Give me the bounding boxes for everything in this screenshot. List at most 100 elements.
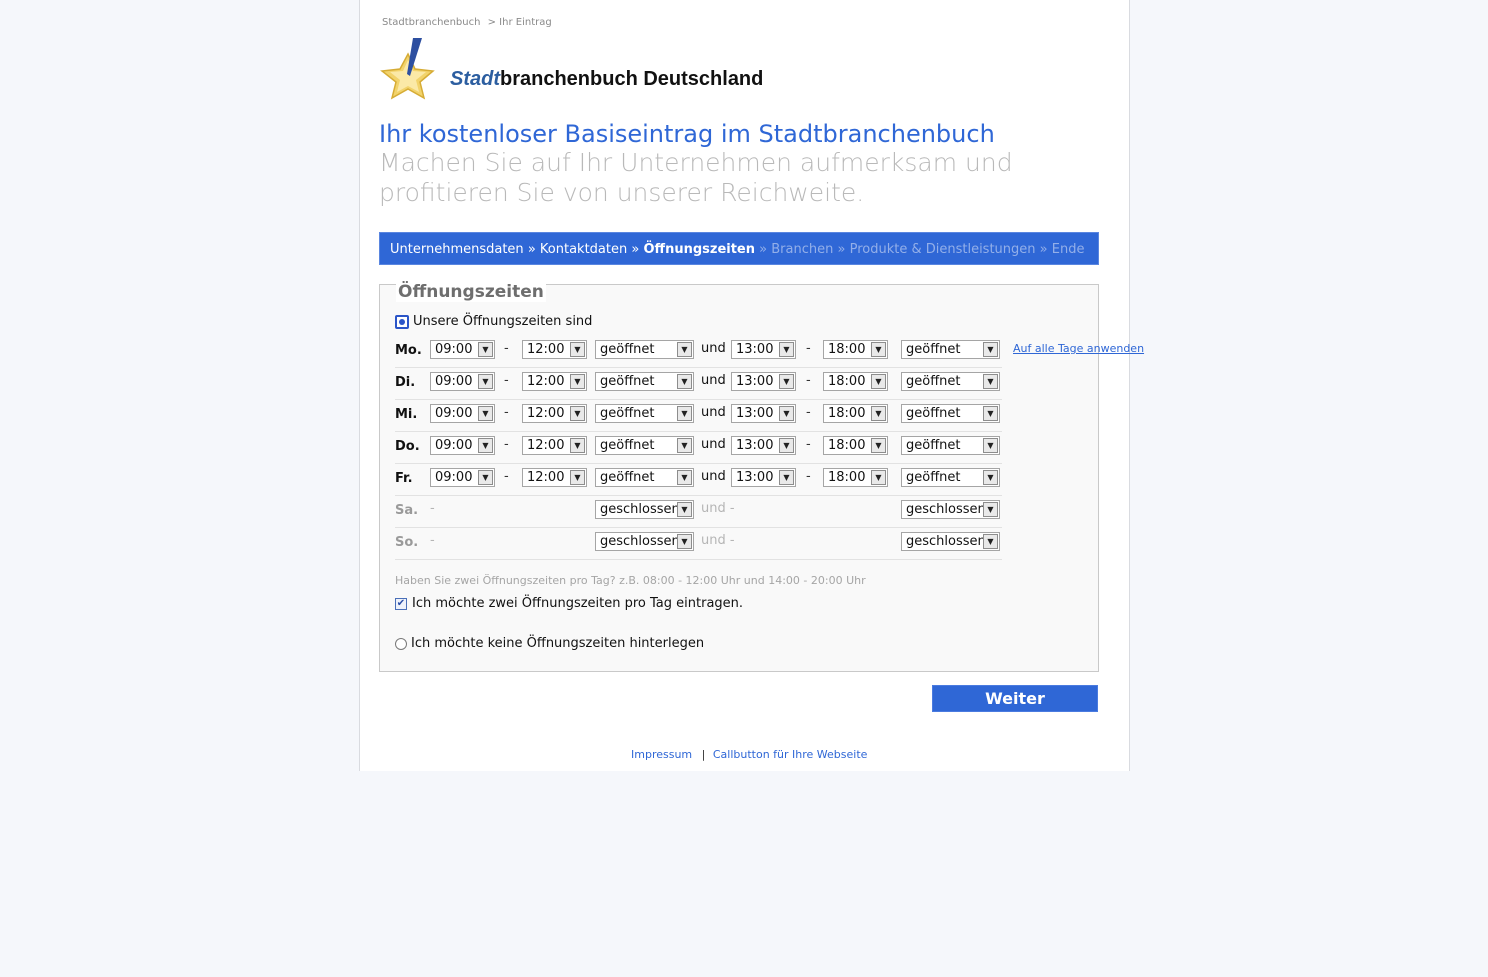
step-produkte: Produkte & Dienstleistungen <box>849 242 1036 257</box>
two-times-hint: Haben Sie zwei Öffnungszeiten pro Tag? z… <box>395 574 866 587</box>
chevron-down-icon: ▼ <box>779 406 794 421</box>
option-no-hours[interactable]: Ich möchte keine Öffnungszeiten hinterle… <box>395 636 704 651</box>
and-label: und <box>701 341 726 356</box>
star-logo-icon[interactable] <box>378 36 442 102</box>
wizard-steps: Unternehmensdaten » Kontaktdaten » Öffnu… <box>379 232 1099 265</box>
and-label: und <box>701 373 726 388</box>
two-times-label: Ich möchte zwei Öffnungszeiten pro Tag e… <box>412 596 744 611</box>
from2-select[interactable]: 13:00 ▼ <box>731 372 796 391</box>
to1-select[interactable]: 12:00 ▼ <box>522 372 587 391</box>
to2-select[interactable]: 18:00 ▼ <box>823 468 888 487</box>
status1-select[interactable]: geschlossen ▼ <box>595 532 694 551</box>
status2-select[interactable]: geöffnet ▼ <box>901 340 1000 359</box>
to1-select[interactable]: 12:00 ▼ <box>522 436 587 455</box>
step-kontaktdaten[interactable]: Kontaktdaten <box>540 242 627 257</box>
chevron-down-icon: ▼ <box>478 406 493 421</box>
chevron-down-icon: ▼ <box>779 438 794 453</box>
to1-select[interactable]: 12:00 ▼ <box>522 340 587 359</box>
from2-select[interactable]: 13:00 ▼ <box>731 436 796 455</box>
chevron-down-icon: ▼ <box>779 342 794 357</box>
from1-select[interactable]: 09:00 ▼ <box>430 404 495 423</box>
status2-select[interactable]: geschlossen ▼ <box>901 500 1000 519</box>
status2-select[interactable]: geöffnet ▼ <box>901 436 1000 455</box>
time-dash: - <box>430 533 435 548</box>
chevron-down-icon: ▼ <box>983 470 998 485</box>
status1-select[interactable]: geöffnet ▼ <box>595 404 694 423</box>
chevron-down-icon: ▼ <box>871 342 886 357</box>
to2-select[interactable]: 18:00 ▼ <box>823 404 888 423</box>
to2-select[interactable]: 18:00 ▼ <box>823 372 888 391</box>
day-row-3: Do. 09:00 ▼ -12:00 ▼ geöffnet ▼ und 13:00 ▼ -18:00… <box>395 431 1002 464</box>
chevron-down-icon: ▼ <box>871 374 886 389</box>
brand-name[interactable]: Stadtbranchenbuch Deutschland <box>450 68 763 91</box>
from1-select[interactable]: 09:00 ▼ <box>430 340 495 359</box>
chevron-down-icon: ▼ <box>983 534 998 549</box>
status2-select[interactable]: geöffnet ▼ <box>901 404 1000 423</box>
from2-select[interactable]: 13:00 ▼ <box>731 340 796 359</box>
from1-select[interactable]: 09:00 ▼ <box>430 436 495 455</box>
day-label: Sa. <box>395 503 419 518</box>
chevron-down-icon: ▼ <box>779 374 794 389</box>
chevron-down-icon: ▼ <box>570 406 585 421</box>
step-unternehmensdaten[interactable]: Unternehmensdaten <box>390 242 524 257</box>
and-label: und <box>701 437 726 452</box>
chevron-down-icon: ▼ <box>677 342 692 357</box>
status1-select[interactable]: geschlossen ▼ <box>595 500 694 519</box>
day-label: Mi. <box>395 407 418 422</box>
to1-select[interactable]: 12:00 ▼ <box>522 468 587 487</box>
day-row-0: Mo. 09:00 ▼ -12:00 ▼ geöffnet ▼ und 13:00 ▼ -18:00… <box>395 335 1002 368</box>
status2-select[interactable]: geschlossen ▼ <box>901 532 1000 551</box>
status1-select[interactable]: geöffnet ▼ <box>595 372 694 391</box>
status2-select[interactable]: geöffnet ▼ <box>901 372 1000 391</box>
day-row-2: Mi. 09:00 ▼ -12:00 ▼ geöffnet ▼ und 13:00 ▼ -18:00… <box>395 399 1002 432</box>
step-branchen: Branchen <box>771 242 834 257</box>
option-set-hours[interactable]: Unsere Öffnungszeiten sind <box>395 314 592 329</box>
footer: Impressum | Callbutton für Ihre Webseite <box>631 748 868 761</box>
to2-select[interactable]: 18:00 ▼ <box>823 340 888 359</box>
status1-select[interactable]: geöffnet ▼ <box>595 340 694 359</box>
page-subtitle: Machen Sie auf Ihr Unternehmen aufmerksa… <box>379 148 1013 207</box>
chevron-down-icon: ▼ <box>983 342 998 357</box>
chevron-down-icon: ▼ <box>677 374 692 389</box>
status1-select[interactable]: geöffnet ▼ <box>595 436 694 455</box>
from2-select[interactable]: 13:00 ▼ <box>731 404 796 423</box>
two-times-checkbox[interactable]: ✔ <box>395 597 407 610</box>
chevron-down-icon: ▼ <box>570 438 585 453</box>
time-dash: - <box>806 469 811 484</box>
callbutton-link[interactable]: Callbutton für Ihre Webseite <box>713 748 868 761</box>
chevron-down-icon: ▼ <box>677 470 692 485</box>
status1-select[interactable]: geöffnet ▼ <box>595 468 694 487</box>
day-label: Mo. <box>395 343 422 358</box>
time-dash: - <box>504 469 509 484</box>
day-label: So. <box>395 535 419 550</box>
time-dash: - <box>504 373 509 388</box>
radio-set-hours[interactable] <box>395 314 409 329</box>
apply-all-days-link[interactable]: Auf alle Tage anwenden <box>1013 342 1144 355</box>
page-title: Ihr kostenloser Basiseintrag im Stadtbra… <box>379 120 995 148</box>
breadcrumb: Stadtbranchenbuch > Ihr Eintrag <box>382 17 556 28</box>
option-two-times[interactable]: ✔ Ich möchte zwei Öffnungszeiten pro Tag… <box>395 596 743 611</box>
time-dash: - <box>504 341 509 356</box>
chevron-down-icon: ▼ <box>677 406 692 421</box>
time-dash: - <box>430 501 435 516</box>
and-label: und - <box>701 533 735 548</box>
to1-select[interactable]: 12:00 ▼ <box>522 404 587 423</box>
chevron-down-icon: ▼ <box>677 438 692 453</box>
from2-select[interactable]: 13:00 ▼ <box>731 468 796 487</box>
from1-select[interactable]: 09:00 ▼ <box>430 468 495 487</box>
breadcrumb-home[interactable]: Stadtbranchenbuch <box>382 17 480 28</box>
chevron-down-icon: ▼ <box>478 470 493 485</box>
chevron-down-icon: ▼ <box>983 502 998 517</box>
status2-select[interactable]: geöffnet ▼ <box>901 468 1000 487</box>
chevron-down-icon: ▼ <box>677 502 692 517</box>
time-dash: - <box>806 373 811 388</box>
day-row-4: Fr. 09:00 ▼ -12:00 ▼ geöffnet ▼ und 13:00 ▼ -18:00… <box>395 463 1002 496</box>
chevron-down-icon: ▼ <box>570 470 585 485</box>
radio-no-hours[interactable] <box>395 637 407 650</box>
step-ende: Ende <box>1051 242 1085 257</box>
time-dash: - <box>806 341 811 356</box>
to2-select[interactable]: 18:00 ▼ <box>823 436 888 455</box>
from1-select[interactable]: 09:00 ▼ <box>430 372 495 391</box>
impressum-link[interactable]: Impressum <box>631 748 692 761</box>
next-button[interactable]: Weiter <box>932 685 1098 712</box>
